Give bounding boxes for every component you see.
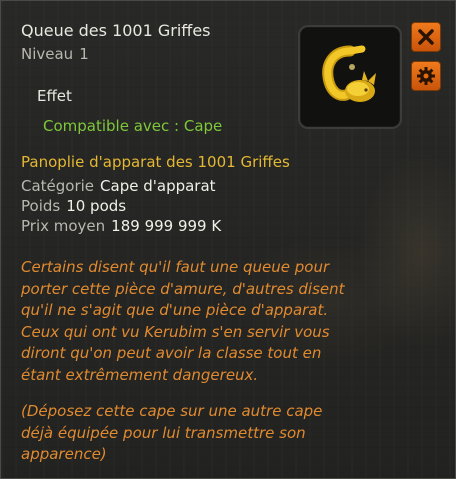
note-line: déjà équipée pour lui transmettre son: [21, 423, 306, 442]
settings-button[interactable]: [411, 61, 441, 91]
note-line: apparence): [21, 445, 107, 463]
description-line: étant extrêmement dangereux.: [21, 365, 259, 384]
item-tooltip: Queue des 1001 Griffes Niveau 1 Effet Com…: [0, 0, 456, 479]
level-value: 1: [79, 45, 89, 63]
weight-label: Poids: [21, 197, 61, 215]
tail-item-icon: [322, 45, 376, 102]
category-label: Catégorie: [21, 177, 95, 195]
item-name: Queue des 1001 Griffes: [21, 21, 211, 40]
description-line: qu'il ne s'agit que d'une pièce d'appara…: [21, 301, 329, 319]
description-line: porter cette pièce d'amure, d'autres dis…: [21, 279, 345, 298]
stat-weight: Poids 10 pods: [21, 197, 126, 215]
description-line: diront qu'on peut avoir la classe tout e…: [21, 344, 322, 362]
category-value: Cape d'apparat: [100, 177, 216, 195]
description-line: Ceux qui ont vu Kerubim s'en servir vous: [21, 322, 330, 341]
stat-price: Prix moyen 189 999 999 K: [21, 217, 221, 235]
price-label: Prix moyen: [21, 217, 106, 235]
set-name-link[interactable]: Panoplie d'apparat des 1001 Griffes: [21, 153, 290, 171]
item-level: Niveau 1: [21, 45, 89, 63]
close-icon: [418, 29, 434, 45]
stat-category: Catégorie Cape d'apparat: [21, 177, 216, 195]
appearance-note: (Déposez cette cape sur une autre cape d…: [21, 401, 441, 466]
price-value: 189 999 999 K: [111, 217, 222, 235]
close-button[interactable]: [411, 22, 441, 52]
description-line: Certains disent qu'il faut une queue pou…: [21, 258, 330, 276]
item-image-frame: [298, 25, 402, 129]
note-line: (Déposez cette cape sur une autre cape: [21, 402, 323, 420]
item-description: Certains disent qu'il faut une queue pou…: [21, 257, 441, 386]
level-label: Niveau: [21, 45, 74, 63]
weight-value: 10 pods: [66, 197, 127, 215]
gear-icon: [417, 67, 435, 85]
effect-compatible-line: Compatible avec : Cape: [43, 117, 223, 135]
effect-heading: Effet: [37, 87, 72, 105]
